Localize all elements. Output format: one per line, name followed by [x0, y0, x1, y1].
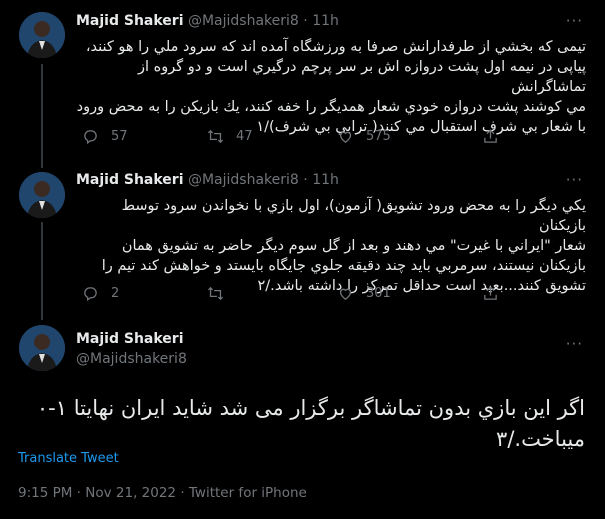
share-button[interactable]	[482, 128, 511, 145]
avatar-image	[19, 325, 65, 371]
share-icon	[484, 129, 497, 143]
author-handle[interactable]: @Majidshakeri8	[188, 13, 299, 29]
retweet-icon	[207, 129, 224, 144]
author-name[interactable]: Majid Shakeri	[76, 13, 184, 29]
tweet-text: یکي دیگر را به محض ورود تشویق( آزمون)، ا…	[76, 196, 586, 296]
avatar[interactable]	[19, 172, 65, 218]
author-name[interactable]: Majid Shakeri	[76, 172, 184, 188]
timestamp[interactable]: 11h	[312, 172, 339, 188]
separator: ·	[303, 13, 308, 29]
separator: ·	[303, 172, 308, 188]
heart-icon	[339, 288, 352, 300]
author-name[interactable]: Majid Shakeri	[76, 331, 184, 347]
avatar[interactable]	[19, 12, 65, 58]
author-handle[interactable]: @Majidshakeri8	[188, 172, 299, 188]
tweet-actions: 57 47 575	[82, 128, 522, 148]
retweet-icon	[207, 286, 224, 301]
focused-tweet: Majid Shakeri @Majidshakeri8 ··· اگر این…	[0, 313, 605, 519]
retweet-button[interactable]: 47	[207, 128, 253, 145]
avatar[interactable]	[19, 325, 65, 371]
more-options-icon[interactable]: ···	[566, 335, 583, 353]
heart-icon	[339, 131, 352, 143]
avatar-image	[19, 172, 65, 218]
reply-count: 2	[111, 286, 120, 301]
tweet-text-line: شعار "ایراني با غیرت" مي دهند و بعد از گ…	[121, 238, 586, 254]
tweet-text-line: تیمی که بخشي از طرفدارانش صرفا به ورزشگا…	[85, 39, 586, 55]
tweet-text-line: مي کوشند پشت دروازه خودي شعار همدیگر را …	[76, 99, 586, 115]
tweet-header: Majid Shakeri @Majidshakeri8 · 11h	[76, 13, 339, 29]
translate-tweet-link[interactable]: Translate Tweet	[18, 451, 119, 466]
tweet-header: Majid Shakeri @Majidshakeri8 · 11h	[76, 172, 339, 188]
retweet-button[interactable]	[207, 285, 236, 302]
tweet-meta: 9:15 PM · Nov 21, 2022 · Twitter for iPh…	[18, 485, 307, 501]
like-count: 575	[366, 129, 391, 144]
tweet[interactable]: Majid Shakeri @Majidshakeri8 · 11h ··· ی…	[0, 165, 605, 313]
tweet-text-line: یکي دیگر را به محض ورود تشویق( آزمون)، ا…	[121, 198, 586, 234]
reply-icon	[84, 287, 97, 302]
author-handle[interactable]: @Majidshakeri8	[76, 351, 187, 367]
reply-button[interactable]: 2	[82, 285, 119, 302]
share-button[interactable]	[482, 285, 511, 302]
more-options-icon[interactable]: ···	[566, 12, 583, 30]
like-button[interactable]: 575	[337, 128, 391, 145]
like-count: 301	[366, 286, 391, 301]
tweet[interactable]: Majid Shakeri @Majidshakeri8 · 11h ··· ت…	[0, 0, 605, 165]
tweet-text: اگر این بازي بدون تماشاگر برگزار مى شد ش…	[18, 393, 585, 455]
timestamp[interactable]: 11h	[312, 13, 339, 29]
reply-button[interactable]: 57	[82, 128, 128, 145]
tweet-text-line: اگر این بازي بدون تماشاگر برگزار مى شد ش…	[36, 396, 585, 420]
avatar-image	[19, 12, 65, 58]
retweet-count: 47	[236, 129, 253, 144]
reply-icon	[84, 130, 97, 145]
tweet-text-line: بازیکنان نیستند، سرمربي باید چند دقیقه ج…	[101, 258, 586, 274]
more-options-icon[interactable]: ···	[566, 171, 583, 189]
like-button[interactable]: 301	[337, 285, 391, 302]
share-icon	[484, 286, 497, 300]
tweet-text-line: پیاپی در نیمه اول پشت دروازه اش بر سر پر…	[137, 59, 586, 95]
tweet-text: تیمی که بخشي از طرفدارانش صرفا به ورزشگا…	[76, 37, 586, 137]
tweet-actions: 2 301	[82, 285, 522, 305]
reply-count: 57	[111, 129, 128, 144]
